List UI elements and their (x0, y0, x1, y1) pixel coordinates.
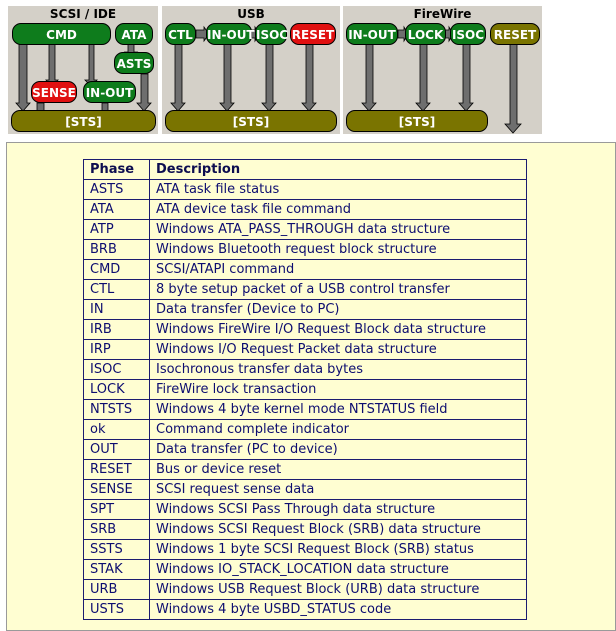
phase-cell: BRB (83, 239, 150, 260)
phase-cell: CTL (83, 279, 150, 300)
table-row: RESET Bus or device reset (83, 459, 527, 480)
sts-status-bar: [STS] (11, 110, 156, 132)
table-row: ok Command complete indicator (83, 419, 527, 440)
description-cell: Windows 1 byte SCSI Request Block (SRB) … (149, 539, 527, 560)
lock-phase-pill: LOCK (405, 23, 446, 45)
description-cell: Windows ATA_PASS_THROUGH data structure (149, 219, 527, 240)
phase-cell: SPT (83, 499, 150, 520)
isoc-phase-pill: ISOC (255, 23, 288, 45)
table-row: ISOC Isochronous transfer data bytes (83, 359, 527, 380)
phase-cell: SRB (83, 519, 150, 540)
phase-cell: ATP (83, 219, 150, 240)
protocol-phase-diagram: SCSI / IDE USB FireWire CMD ATA ASTS SEN… (0, 0, 616, 142)
description-cell: Windows USB Request Block (URB) data str… (149, 579, 527, 600)
table-row: SPT Windows SCSI Pass Through data struct… (83, 499, 527, 520)
table-row: ATP Windows ATA_PASS_THROUGH data structu… (83, 219, 527, 240)
description-cell: Windows 4 byte kernel mode NTSTATUS fiel… (149, 399, 527, 420)
phase-cell: LOCK (83, 379, 150, 400)
table-row: ATA ATA device task file command (83, 199, 527, 220)
phase-cell: SENSE (83, 479, 150, 500)
description-cell: SCSI/ATAPI command (149, 259, 527, 280)
description-cell: ATA device task file command (149, 199, 527, 220)
table-row: USTS Windows 4 byte USBD_STATUS code (83, 599, 527, 620)
description-cell: 8 byte setup packet of a USB control tra… (149, 279, 527, 300)
description-cell: Windows SCSI Request Block (SRB) data st… (149, 519, 527, 540)
table-row: SRB Windows SCSI Request Block (SRB) data… (83, 519, 527, 540)
reset-phase-pill: RESET (490, 23, 540, 45)
table-row: STAK Windows IO_STACK_LOCATION data struc… (83, 559, 527, 580)
sense-phase-pill: SENSE (31, 81, 77, 103)
table-row: LOCK FireWire lock transaction (83, 379, 527, 400)
phase-cell: ok (83, 419, 150, 440)
phase-cell: IRB (83, 319, 150, 340)
phase-cell: OUT (83, 439, 150, 460)
phase-cell: RESET (83, 459, 150, 480)
table-row: URB Windows USB Request Block (URB) data … (83, 579, 527, 600)
phase-cell: ISOC (83, 359, 150, 380)
table-row: IN Data transfer (Device to PC) (83, 299, 527, 320)
description-cell: Data transfer (Device to PC) (149, 299, 527, 320)
sts-status-bar: [STS] (346, 110, 488, 132)
reset-phase-pill: RESET (290, 23, 336, 45)
phase-cell: URB (83, 579, 150, 600)
phase-cell: ASTS (83, 179, 150, 200)
phase-cell: IRP (83, 339, 150, 360)
description-cell: ATA task file status (149, 179, 527, 200)
table-row: ASTS ATA task file status (83, 179, 527, 200)
description-cell: Bus or device reset (149, 459, 527, 480)
sts-status-bar: [STS] (165, 110, 337, 132)
description-cell: Data transfer (PC to device) (149, 439, 527, 460)
table-row: SSTS Windows 1 byte SCSI Request Block (S… (83, 539, 527, 560)
in-out-phase-pill: IN-OUT (83, 81, 136, 103)
in-out-phase-pill: IN-OUT (346, 23, 398, 45)
phase-table: Phase Description ASTS ATA task file stat… (83, 159, 527, 620)
phase-cell: USTS (83, 599, 150, 620)
in-out-phase-pill: IN-OUT (206, 23, 255, 45)
phase-cell: SSTS (83, 539, 150, 560)
phase-cell: ATA (83, 199, 150, 220)
description-cell: FireWire lock transaction (149, 379, 527, 400)
table-row: OUT Data transfer (PC to device) (83, 439, 527, 460)
ata-phase-pill: ATA (115, 23, 153, 45)
phase-cell: STAK (83, 559, 150, 580)
description-cell: SCSI request sense data (149, 479, 527, 500)
cmd-phase-pill: CMD (12, 23, 111, 45)
description-cell: Command complete indicator (149, 419, 527, 440)
table-header-row: Phase Description (83, 159, 527, 180)
table-row: NTSTS Windows 4 byte kernel mode NTSTATUS… (83, 399, 527, 420)
table-row: SENSE SCSI request sense data (83, 479, 527, 500)
description-cell: Windows FireWire I/O Request Block data … (149, 319, 527, 340)
description-cell: Windows SCSI Pass Through data structure (149, 499, 527, 520)
ctl-phase-pill: CTL (165, 23, 196, 45)
phase-legend-box: Phase Description ASTS ATA task file stat… (6, 142, 616, 631)
description-cell: Windows I/O Request Packet data structur… (149, 339, 527, 360)
table-row: IRP Windows I/O Request Packet data struc… (83, 339, 527, 360)
table-row: IRB Windows FireWire I/O Request Block da… (83, 319, 527, 340)
description-column-header: Description (149, 159, 527, 180)
asts-phase-pill: ASTS (114, 52, 154, 74)
description-cell: Isochronous transfer data bytes (149, 359, 527, 380)
isoc-phase-pill: ISOC (450, 23, 486, 45)
phase-cell: IN (83, 299, 150, 320)
phase-cell: NTSTS (83, 399, 150, 420)
description-cell: Windows 4 byte USBD_STATUS code (149, 599, 527, 620)
description-cell: Windows IO_STACK_LOCATION data structure (149, 559, 527, 580)
phase-table-body: ASTS ATA task file status ATA ATA device t… (83, 179, 527, 620)
description-cell: Windows Bluetooth request block structur… (149, 239, 527, 260)
table-row: BRB Windows Bluetooth request block struc… (83, 239, 527, 260)
phase-cell: CMD (83, 259, 150, 280)
table-row: CTL 8 byte setup packet of a USB control … (83, 279, 527, 300)
table-row: CMD SCSI/ATAPI command (83, 259, 527, 280)
phase-column-header: Phase (83, 159, 150, 180)
